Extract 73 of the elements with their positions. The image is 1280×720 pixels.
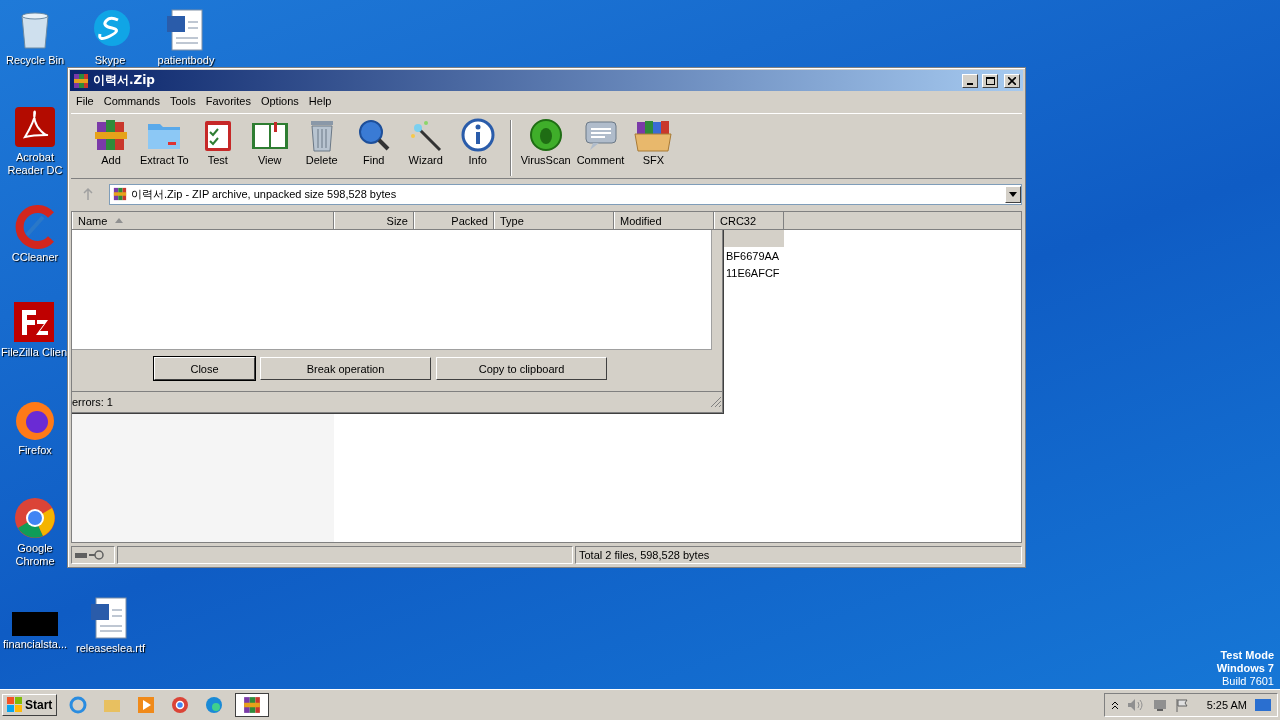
minimize-button[interactable]: [962, 73, 978, 88]
archive-icon: [243, 696, 262, 714]
start-button[interactable]: Start: [2, 694, 58, 716]
edge-icon: [205, 696, 224, 714]
desktop-icon-label[interactable]: FileZilla Clien: [1, 346, 67, 359]
toolbar-button[interactable]: Delete: [295, 118, 348, 178]
chrome-icon[interactable]: [13, 496, 57, 540]
system-info-text: Test Mode: [1220, 649, 1274, 662]
dialog-button[interactable]: Close: [154, 357, 255, 380]
chevron-up-icon[interactable]: [1110, 700, 1119, 710]
status-text: Total 2 files, 598,528 bytes: [579, 549, 710, 561]
table-cell: 11E6AFCF: [726, 266, 780, 279]
close-icon: [1008, 76, 1016, 85]
clock[interactable]: 5:25 AM: [1206, 699, 1247, 711]
dropdown-button[interactable]: [1005, 185, 1021, 203]
archive-taskbar-button[interactable]: [235, 693, 270, 717]
play-icon: [137, 696, 156, 714]
box-icon: [633, 118, 674, 152]
toolbar-button[interactable]: VirusScan: [517, 118, 574, 178]
status-text: errors: 1: [72, 396, 114, 408]
desktop-icon-label[interactable]: patientbody: [157, 54, 215, 67]
window-title: 이력서.Zip: [93, 72, 156, 89]
desktop-icon-label[interactable]: CCleaner: [11, 251, 59, 264]
pdf-reader-icon[interactable]: [13, 105, 57, 149]
sort-arrow-icon: [115, 218, 124, 223]
toolbar-button[interactable]: Test: [191, 118, 244, 178]
archive-icon: [73, 72, 89, 89]
flag-icon[interactable]: [1174, 698, 1189, 712]
toolbar-button[interactable]: SFX: [627, 118, 680, 178]
table-cell: BF6679AA: [726, 249, 780, 262]
filezilla-icon[interactable]: [12, 300, 56, 344]
speaker-icon[interactable]: [1126, 698, 1143, 712]
menu-item[interactable]: File: [71, 95, 99, 107]
toolbar-button[interactable]: Comment: [573, 118, 628, 178]
speech-bubble-icon: [582, 118, 619, 152]
chrome-icon: [171, 696, 190, 714]
desktop-icon-label[interactable]: Recycle Bin: [5, 54, 65, 67]
show-desktop-icon[interactable]: [1255, 698, 1271, 712]
drive-key-icon: [75, 550, 105, 560]
menu-item[interactable]: Help: [303, 95, 337, 107]
toolbar-button[interactable]: Info: [451, 118, 504, 178]
toolbar-button[interactable]: Wizard: [399, 118, 452, 178]
dialog-button[interactable]: Break operation: [260, 357, 431, 380]
toolbar-button[interactable]: Add: [85, 118, 137, 178]
desktop-icon-label[interactable]: Google Chrome: [1, 542, 69, 568]
menu-item[interactable]: Options: [255, 95, 304, 107]
windows-logo-icon: [7, 697, 23, 713]
resize-grip-icon[interactable]: [710, 396, 722, 408]
books-icon: [93, 118, 129, 152]
menu-item[interactable]: Tools: [165, 95, 201, 107]
desktop-icon-label[interactable]: financialsta...: [2, 638, 68, 651]
toolbar-button[interactable]: Extract To: [137, 118, 192, 178]
menu-item[interactable]: Favorites: [200, 95, 256, 107]
toolbar-button[interactable]: Find: [347, 118, 400, 178]
address-field[interactable]: 이력서.Zip - ZIP archive, unpacked size 598,528 bytes: [109, 183, 1022, 205]
file-thumbnail-icon[interactable]: [12, 612, 58, 636]
menu-item[interactable]: Commands: [98, 95, 165, 107]
dialog-button[interactable]: Copy to clipboard: [436, 357, 607, 380]
system-info-text: Build 7601: [1222, 675, 1274, 688]
toolbar-button[interactable]: View: [243, 118, 296, 178]
desktop-icon-label[interactable]: Skype: [94, 54, 126, 67]
minimize-icon: [967, 82, 973, 85]
system-info-text: Windows 7: [1216, 662, 1274, 675]
desktop-icon-label[interactable]: releaseslea.rtf: [76, 642, 144, 655]
info-icon: [459, 118, 496, 152]
desktop-icon-label[interactable]: Acrobat Reader DC: [1, 151, 69, 177]
archive-icon: [113, 187, 127, 201]
close-button[interactable]: [1004, 73, 1020, 88]
desktop-icon-label[interactable]: Firefox: [18, 444, 52, 457]
browser-icon: [69, 696, 88, 714]
maximize-button[interactable]: [982, 73, 998, 88]
maximize-icon: [985, 76, 995, 85]
caret-icon: [1009, 191, 1017, 197]
